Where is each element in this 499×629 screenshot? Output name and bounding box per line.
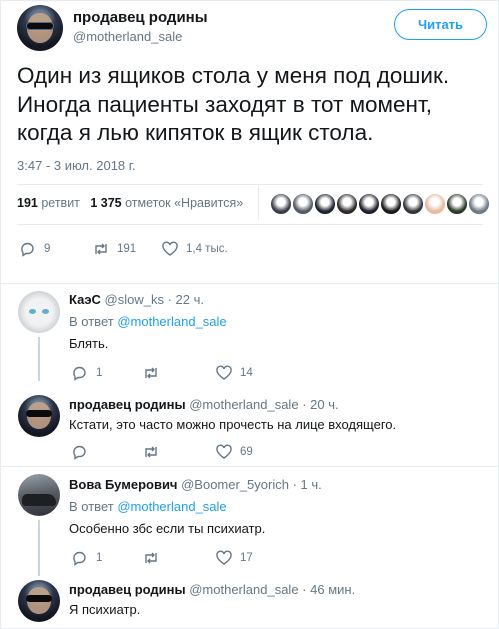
retweets-count[interactable]: 191 bbox=[17, 196, 38, 210]
tweet-text: Один из ящиков стола у меня под дошик. И… bbox=[17, 62, 497, 148]
tweet-timestamp[interactable]: 3:47 - 3 июл. 2018 г. bbox=[17, 158, 136, 173]
like-count: 14 bbox=[240, 367, 253, 379]
liker-avatar[interactable] bbox=[336, 193, 358, 215]
stats-separator bbox=[258, 186, 259, 220]
liker-avatar[interactable] bbox=[270, 193, 292, 215]
reply-author-handle[interactable]: @motherland_sale bbox=[189, 397, 298, 412]
liker-avatar[interactable] bbox=[446, 193, 468, 215]
reply-text: Особенно збс если ты психиатр. bbox=[69, 521, 266, 536]
reply-author-name[interactable]: продавец родины bbox=[69, 582, 186, 597]
liker-avatar[interactable] bbox=[380, 193, 402, 215]
thread-line bbox=[38, 337, 40, 381]
heart-icon bbox=[216, 444, 232, 459]
retweet-action[interactable] bbox=[143, 366, 159, 380]
likes-label[interactable]: отметок «Нравится» bbox=[125, 196, 243, 210]
like-count: 1,4 тыс. bbox=[186, 243, 228, 255]
avatar-glasses bbox=[26, 22, 54, 30]
reply-icon bbox=[21, 242, 34, 257]
liker-avatar[interactable] bbox=[424, 193, 446, 215]
liker-avatar[interactable] bbox=[358, 193, 380, 215]
thread-line bbox=[38, 520, 40, 576]
liker-avatar[interactable] bbox=[468, 193, 490, 215]
heart-icon bbox=[216, 550, 232, 565]
stats-divider-bottom bbox=[17, 224, 483, 225]
retweet-count: 191 bbox=[117, 243, 137, 255]
avatar-glasses bbox=[26, 595, 52, 602]
reply-prefix: В ответ bbox=[69, 499, 114, 514]
reply-icon bbox=[73, 551, 86, 566]
reply-time[interactable]: · 46 мин. bbox=[302, 582, 355, 597]
reply-context: В ответ @motherland_sale bbox=[69, 499, 227, 514]
reply-count: 9 bbox=[44, 243, 51, 255]
tweet-text-line: когда я лью кипяток в ящик стола. bbox=[17, 120, 374, 145]
avatar[interactable] bbox=[18, 580, 60, 622]
reply-author-handle[interactable]: @slow_ks bbox=[105, 292, 164, 307]
heart-icon bbox=[216, 365, 232, 380]
reply-to-link[interactable]: @motherland_sale bbox=[117, 499, 226, 514]
retweet-icon bbox=[145, 446, 157, 458]
retweet-action[interactable] bbox=[143, 551, 159, 565]
retweet-icon bbox=[145, 367, 157, 379]
reply-author-name[interactable]: КаэС bbox=[69, 292, 101, 307]
tweet-text-line: Один из ящиков стола у меня под дошик. bbox=[17, 63, 450, 88]
avatar[interactable] bbox=[17, 5, 63, 51]
avatar-car bbox=[22, 494, 56, 506]
retweets-label[interactable]: ретвит bbox=[41, 196, 80, 210]
author-name[interactable]: продавец родины bbox=[73, 9, 208, 26]
reply-header: Вова Бумерович @Boomer_5yorich · 1 ч. bbox=[69, 477, 322, 492]
retweet-action[interactable]: 191 bbox=[93, 242, 136, 256]
reply-text: Я психиатр. bbox=[69, 602, 141, 617]
like-action[interactable]: 17 bbox=[216, 550, 253, 565]
reply-time[interactable]: · 20 ч. bbox=[302, 397, 338, 412]
reply-action[interactable]: 1 bbox=[72, 366, 103, 381]
reply-count: 1 bbox=[96, 552, 103, 564]
reply-author-name[interactable]: продавец родины bbox=[69, 397, 186, 412]
reply-time[interactable]: · 1 ч. bbox=[293, 477, 322, 492]
avatar[interactable] bbox=[18, 474, 60, 516]
avatar-glasses bbox=[26, 410, 52, 417]
reply-header: продавец родины @motherland_sale · 20 ч. bbox=[69, 397, 339, 412]
likes-count[interactable]: 1 375 bbox=[90, 196, 121, 210]
reply-header: продавец родины @motherland_sale · 46 ми… bbox=[69, 582, 355, 597]
retweet-icon bbox=[95, 243, 107, 255]
reply-count: 1 bbox=[96, 367, 103, 379]
like-count: 69 bbox=[240, 446, 253, 458]
reply-action[interactable]: 9 bbox=[20, 242, 51, 257]
reply-icon bbox=[73, 366, 86, 381]
reply-prefix: В ответ bbox=[69, 314, 114, 329]
avatar[interactable] bbox=[18, 395, 60, 437]
section-divider bbox=[0, 466, 499, 467]
liker-avatar[interactable] bbox=[314, 193, 336, 215]
retweet-icon bbox=[145, 552, 157, 564]
tweet-text-line: Иногда пациенты заходят в тот момент, bbox=[17, 91, 433, 117]
liker-avatar[interactable] bbox=[402, 193, 424, 215]
reply-action[interactable]: 1 bbox=[72, 551, 103, 566]
like-action[interactable]: 14 bbox=[216, 365, 253, 380]
like-action[interactable]: 69 bbox=[216, 444, 253, 459]
stats-divider-top bbox=[17, 184, 483, 185]
author-handle[interactable]: @motherland_sale bbox=[73, 29, 182, 44]
reply-context: В ответ @motherland_sale bbox=[69, 314, 227, 329]
reply-author-handle[interactable]: @motherland_sale bbox=[189, 582, 298, 597]
reply-author-handle[interactable]: @Boomer_5yorich bbox=[181, 477, 289, 492]
heart-icon bbox=[162, 241, 178, 256]
like-count: 17 bbox=[240, 552, 253, 564]
reply-header: КаэС @slow_ks · 22 ч. bbox=[69, 292, 204, 307]
reply-to-link[interactable]: @motherland_sale bbox=[117, 314, 226, 329]
reply-text: Кстати, это часто можно прочесть на лице… bbox=[69, 417, 397, 432]
tweet-stats: 191 ретвит 1 375 отметок «Нравится» bbox=[17, 196, 243, 210]
liker-avatar[interactable] bbox=[292, 193, 314, 215]
reply-text: Блять. bbox=[69, 336, 109, 351]
reply-action[interactable] bbox=[72, 445, 88, 460]
avatar-eye bbox=[29, 309, 36, 314]
section-divider bbox=[0, 283, 499, 284]
like-action[interactable]: 1,4 тыс. bbox=[162, 241, 228, 256]
reply-time[interactable]: · 22 ч. bbox=[168, 292, 204, 307]
avatar[interactable] bbox=[18, 291, 60, 333]
reply-author-name[interactable]: Вова Бумерович bbox=[69, 477, 177, 492]
retweet-action[interactable] bbox=[143, 445, 159, 459]
reply-icon bbox=[73, 445, 86, 460]
follow-button[interactable]: Читать bbox=[394, 9, 487, 40]
avatar-eye bbox=[42, 309, 49, 314]
